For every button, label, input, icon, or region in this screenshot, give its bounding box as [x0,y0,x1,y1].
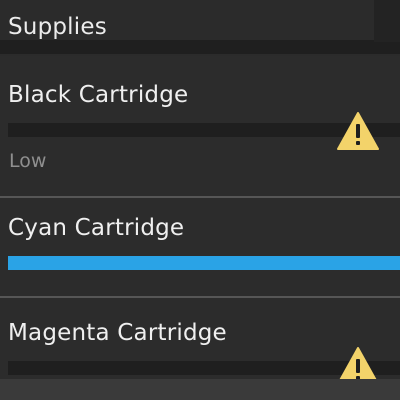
footer-bar [0,379,400,400]
header-bar [0,40,400,54]
supplies-screen: Supplies Black Cartridge Low Cyan Cartri… [0,0,400,400]
supply-name: Black Cartridge [8,82,189,108]
supply-name: Magenta Cartridge [8,320,227,346]
header: Supplies [0,0,400,56]
status-text: Low [9,150,47,172]
divider [0,296,400,298]
divider [0,196,400,198]
warning-triangle-icon [337,112,379,150]
supply-name: Cyan Cartridge [8,215,185,241]
level-fill [8,256,400,270]
scrollbar[interactable] [374,0,400,42]
page-title: Supplies [8,14,107,40]
level-bar [8,256,400,270]
